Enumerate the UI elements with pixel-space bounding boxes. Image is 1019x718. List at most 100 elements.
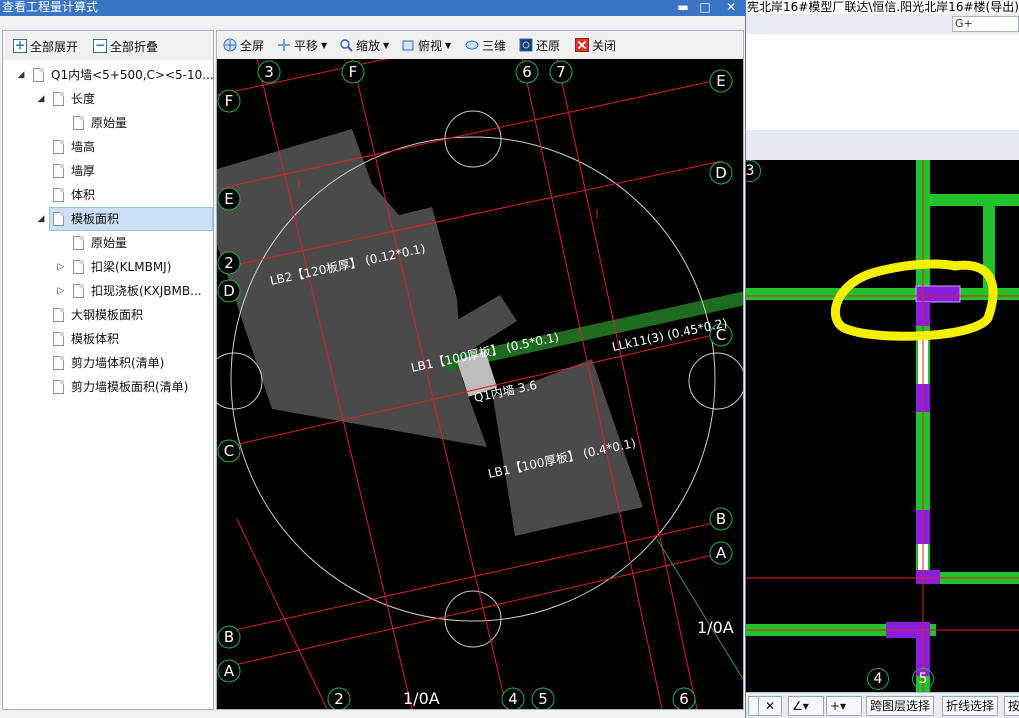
bg-axis-5-bubble: 5 xyxy=(912,668,934,690)
background-title-text: 宪北岸16#模型厂联达\恒信.阳光北岸16#楼(导出).G xyxy=(746,0,1019,14)
axis-label-c6: 6 xyxy=(522,63,532,81)
polyline-select-button[interactable]: 折线选择 xyxy=(942,696,999,716)
document-icon xyxy=(73,116,84,130)
document-icon xyxy=(73,236,84,250)
tree-item[interactable]: 原始量 xyxy=(3,231,213,255)
document-icon xyxy=(53,308,64,322)
top-view-button[interactable]: 俯视 ▼ xyxy=(401,36,451,54)
axis-label-cC_left: C xyxy=(224,442,234,460)
view-dropdown-icon[interactable]: ▼ xyxy=(445,41,451,50)
axis-label-cF_left: F xyxy=(225,92,234,110)
tree-item[interactable]: 模板体积 xyxy=(3,327,213,351)
drawing-canvas[interactable]: 3 F 6 7 EFED2DCCBABA2 4 5 6 LB2【120板厚】 (0.12*0.… xyxy=(217,59,743,709)
document-icon xyxy=(33,68,44,82)
magnifier-icon xyxy=(340,39,353,52)
document-icon xyxy=(53,212,64,226)
collapse-arrow-icon[interactable]: ◢ xyxy=(15,63,27,87)
tree-item[interactable]: 剪力墙体积(清单) xyxy=(3,351,213,375)
tree-view: ◢ Q1内墙<5+500,C><5-10... ◢ 长度 原始量 墙高 墙厚 体积 ◢ 模板面积原… xyxy=(3,61,214,709)
close-view-button[interactable]: 关闭 xyxy=(575,36,616,54)
collapse-arrow-icon[interactable]: ◢ xyxy=(35,87,47,111)
background-drawing-canvas[interactable] xyxy=(746,160,1019,692)
document-icon xyxy=(73,260,84,274)
layer-select-button[interactable]: 跨图层选择 xyxy=(866,696,935,716)
zoom-dropdown-icon[interactable]: ▼ xyxy=(383,41,389,50)
tree-item[interactable]: ◢ Q1内墙<5+500,C><5-10... xyxy=(3,63,214,87)
expand-arrow-icon[interactable]: ▷ xyxy=(55,279,67,303)
tree-item-label: 原始量 xyxy=(91,236,128,250)
label-slash-0a-bottom: 1/0A xyxy=(403,689,440,708)
tree-item-label: 体积 xyxy=(71,188,96,202)
label-slash-0a-right: 1/0A xyxy=(697,618,734,637)
axis-label-c2_bottom: 2 xyxy=(334,690,344,708)
axis-label-cA_left: A xyxy=(224,662,235,680)
tree-item-label: Q1内墙<5+500,C><5-10... xyxy=(51,68,214,82)
pan-dropdown-icon[interactable]: ▼ xyxy=(321,41,327,50)
tree-item[interactable]: ▷ 扣现浇板(KXJBMB... xyxy=(3,279,213,303)
dialog-title-bar[interactable]: 查看工程量计算式 ▬ □ ✕ xyxy=(0,0,746,16)
restore-icon xyxy=(519,38,533,52)
tree-item[interactable]: 原始量 xyxy=(3,111,213,135)
document-icon xyxy=(53,164,64,178)
axis-label-c7: 7 xyxy=(556,63,566,81)
background-drawing-svg xyxy=(746,160,1019,692)
tree-item[interactable]: ▷ 扣梁(KLMBMJ) xyxy=(3,255,213,279)
close-icon xyxy=(575,38,589,52)
document-icon xyxy=(53,356,64,370)
axis-label-cF_top: F xyxy=(349,63,358,81)
expand-all-button[interactable]: + 全部展开 xyxy=(13,37,78,55)
tree-item-label: 模板面积 xyxy=(71,212,120,226)
axis-label-c2_left: 2 xyxy=(224,254,234,272)
pan-icon xyxy=(278,39,290,51)
tree-item[interactable]: ◢ 长度 xyxy=(3,87,213,111)
fullscreen-icon xyxy=(223,38,237,52)
tree-item-label: 剪力墙体积(清单) xyxy=(71,356,165,370)
floor-combo-box[interactable]: G+ xyxy=(952,16,1019,32)
minimize-button[interactable]: ▬ xyxy=(672,0,694,16)
collapse-all-button[interactable]: − 全部折叠 xyxy=(93,37,158,55)
axis-label-c3: 3 xyxy=(264,63,274,81)
axis-label-cE_left: E xyxy=(224,190,233,208)
tree-item[interactable]: 墙高 xyxy=(3,135,213,159)
offset-snap-icon[interactable]: +▾ xyxy=(826,696,862,716)
top-view-label: 俯视 xyxy=(418,38,443,53)
tree-item[interactable]: 剪力墙模板面积(清单) xyxy=(3,375,213,399)
fullscreen-button[interactable]: 全屏 xyxy=(223,36,264,54)
tree-item[interactable]: 大钢模板面积 xyxy=(3,303,213,327)
expand-arrow-icon[interactable]: ▷ xyxy=(55,255,67,279)
minus-icon: − xyxy=(93,38,107,53)
restore-button[interactable]: 还原 xyxy=(519,36,560,54)
document-icon xyxy=(53,92,64,106)
cut-button[interactable]: 按 xyxy=(1004,696,1019,716)
axis-label-c6_bottom: 6 xyxy=(679,690,689,708)
view-toolbar: 全屏 平移 ▼ 缩放 ▼ 俯视 ▼ 三维 还原 关闭 xyxy=(217,31,743,59)
axis-label-cD_left: D xyxy=(223,282,235,300)
tree-item[interactable]: 体积 xyxy=(3,183,213,207)
zoom-button[interactable]: 缩放 ▼ xyxy=(339,36,389,54)
collapse-arrow-icon[interactable]: ◢ xyxy=(35,207,47,231)
axis-label-cB_right: B xyxy=(716,510,726,528)
yellow-annotation-ellipse xyxy=(830,259,998,341)
tree-item[interactable]: ◢ 模板面积 xyxy=(3,207,213,231)
formula-tree-panel: + 全部展开 − 全部折叠 ◢ Q1内墙<5+500,C><5-10... ◢ 长度原… xyxy=(2,30,214,710)
maximize-button[interactable]: □ xyxy=(694,0,716,16)
collapse-all-label: 全部折叠 xyxy=(110,39,159,54)
tree-item-label: 长度 xyxy=(71,92,96,106)
close-button[interactable]: ✕ xyxy=(720,0,742,16)
drawing-view-panel: 全屏 平移 ▼ 缩放 ▼ 俯视 ▼ 三维 还原 关闭 3 F 6 7 E F E… xyxy=(216,30,744,710)
zoom-label: 缩放 xyxy=(356,38,381,53)
axis-label-cD_right: D xyxy=(715,164,727,182)
background-ribbon-strip xyxy=(746,130,1019,160)
tree-item-label: 原始量 xyxy=(91,116,128,130)
plus-icon: + xyxy=(13,38,27,53)
3d-button[interactable]: 三维 xyxy=(465,36,506,54)
cube-icon xyxy=(402,40,414,51)
3d-label: 三维 xyxy=(482,38,507,53)
background-ribbon xyxy=(746,34,1019,130)
angle-snap-icon[interactable]: ∠▾ xyxy=(788,696,824,716)
tree-item[interactable]: 墙厚 xyxy=(3,159,213,183)
purple-block-4 xyxy=(916,570,940,584)
cross-snap-icon[interactable]: ✕ xyxy=(758,696,782,716)
tree-toolbar: + 全部展开 − 全部折叠 xyxy=(3,31,213,61)
pan-button[interactable]: 平移 ▼ xyxy=(277,36,327,54)
